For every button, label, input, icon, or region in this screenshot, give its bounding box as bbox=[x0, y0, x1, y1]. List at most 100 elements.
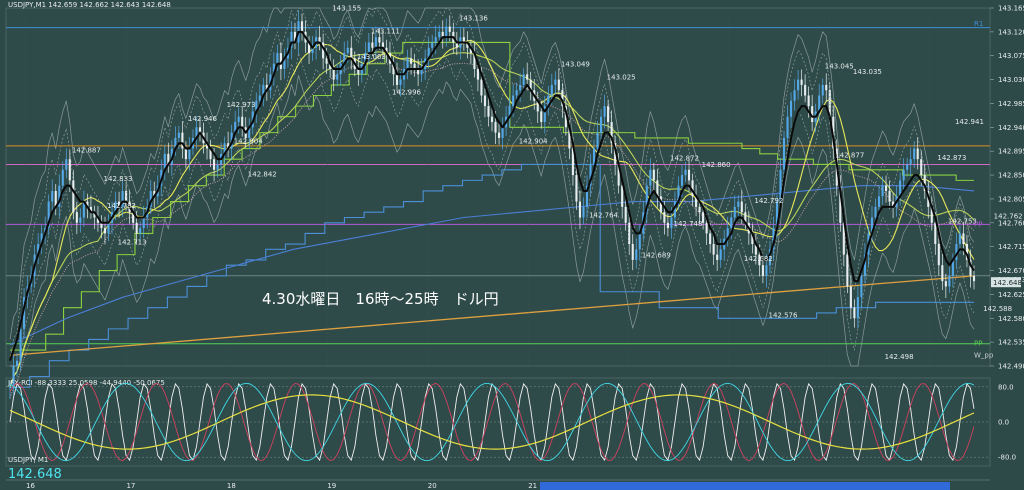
y-tick-label: 143.030 bbox=[998, 76, 1024, 84]
candle-body bbox=[958, 233, 961, 245]
candle-body bbox=[582, 206, 585, 218]
candle-body bbox=[487, 106, 490, 117]
candle-body bbox=[916, 148, 919, 160]
candle-body bbox=[550, 84, 553, 96]
chart-annotation-text: 4.30水曜日 16時～25時 ドル円 bbox=[262, 290, 499, 308]
candle-body bbox=[72, 180, 75, 213]
candle-body bbox=[501, 127, 504, 138]
candle-body bbox=[782, 137, 786, 170]
candle-body bbox=[258, 95, 261, 101]
x-tick-label: 16 bbox=[26, 482, 35, 490]
candle-body bbox=[737, 201, 740, 207]
price-label: 142.792 bbox=[754, 197, 783, 205]
candle-body bbox=[920, 159, 923, 176]
candle-body bbox=[107, 222, 110, 234]
candle-body bbox=[765, 265, 768, 276]
price-label: 142.764 bbox=[589, 212, 618, 220]
candle-body bbox=[670, 217, 673, 229]
candle-body bbox=[874, 206, 877, 218]
candle-body bbox=[139, 228, 142, 234]
candle-body bbox=[378, 37, 381, 43]
candle-body bbox=[709, 233, 712, 245]
candle-body bbox=[497, 132, 501, 138]
candle-body bbox=[79, 217, 82, 223]
candle-body bbox=[554, 79, 557, 85]
candle-body bbox=[332, 68, 335, 80]
candle-body bbox=[624, 206, 627, 223]
oscillator-tick-label: -80.0 bbox=[998, 454, 1016, 462]
candle-body bbox=[962, 233, 965, 245]
x-tick-label: 21 bbox=[528, 482, 537, 490]
candle-body bbox=[913, 148, 916, 160]
candle-body bbox=[906, 164, 909, 170]
candle-body bbox=[125, 190, 128, 202]
candle-body bbox=[652, 169, 655, 181]
candle-body bbox=[797, 79, 800, 91]
candle-body bbox=[61, 169, 64, 186]
y-tick-label: 142.940 bbox=[998, 124, 1024, 132]
price-label: 142.946 bbox=[188, 115, 217, 123]
price-label: 142.996 bbox=[392, 89, 421, 97]
chart-window: USDJPY,M1 142.659 142.662 142.643 142.64… bbox=[0, 0, 1024, 490]
candle-body bbox=[621, 185, 624, 207]
candle-body bbox=[909, 159, 912, 165]
candle-body bbox=[596, 132, 599, 149]
candle-body bbox=[8, 387, 12, 389]
candle-body bbox=[241, 116, 244, 128]
candle-body bbox=[934, 222, 937, 245]
candle-body bbox=[825, 84, 828, 91]
price-label: 143.155 bbox=[332, 4, 361, 12]
price-label: 142.904 bbox=[519, 137, 548, 145]
price-label: 142.498 bbox=[885, 353, 914, 361]
candle-body bbox=[135, 222, 138, 234]
candle-body bbox=[948, 275, 951, 287]
price-label: 142.689 bbox=[642, 251, 671, 259]
candle-body bbox=[367, 42, 370, 54]
y-tick-label: 142.490 bbox=[998, 363, 1024, 371]
y-tick-label: 142.805 bbox=[998, 195, 1024, 203]
candle-body bbox=[434, 37, 437, 43]
price-label: 142.762 bbox=[994, 213, 1023, 221]
price-label: 143.063 bbox=[357, 53, 386, 61]
oscillator-header: JFX-RCI -88.3333 25.0598 -44.9440 -50.06… bbox=[7, 379, 165, 387]
candle-body bbox=[804, 84, 807, 96]
candle-body bbox=[888, 190, 891, 202]
candle-body bbox=[142, 217, 145, 229]
candle-body bbox=[448, 26, 451, 32]
candle-body bbox=[800, 79, 803, 85]
candle-body bbox=[761, 265, 764, 276]
candle-body bbox=[881, 185, 884, 197]
candle-body bbox=[188, 148, 191, 160]
candle-body bbox=[789, 100, 793, 117]
candle-body bbox=[445, 26, 448, 38]
price-label: 142.713 bbox=[118, 239, 147, 247]
price-label: 142.941 bbox=[955, 118, 984, 126]
candle-body bbox=[371, 42, 374, 48]
candle-body bbox=[578, 201, 582, 218]
candle-body bbox=[856, 297, 859, 319]
y-tick-label: 142.895 bbox=[998, 148, 1024, 156]
candle-body bbox=[410, 58, 413, 64]
candle-body bbox=[406, 58, 409, 69]
candle-body bbox=[519, 84, 522, 91]
candle-body bbox=[684, 169, 687, 176]
candle-body bbox=[336, 74, 339, 80]
candle-body bbox=[68, 159, 71, 181]
candle-body bbox=[733, 206, 736, 218]
candle-body bbox=[480, 79, 483, 96]
price-label: 143.025 bbox=[607, 73, 636, 81]
price-label: 142.877 bbox=[835, 152, 864, 160]
candle-body bbox=[663, 212, 666, 223]
candle-body bbox=[438, 31, 441, 38]
candle-body bbox=[75, 212, 78, 223]
candle-body bbox=[649, 169, 652, 186]
price-label: 143.136 bbox=[459, 14, 488, 22]
oscillator-tick-label: 0.0 bbox=[998, 419, 1009, 427]
candle-body bbox=[730, 217, 733, 229]
price-label: 142.973 bbox=[227, 101, 256, 109]
candle-body bbox=[860, 275, 863, 298]
price-label: 142.833 bbox=[104, 175, 133, 183]
candle-body bbox=[494, 122, 497, 133]
price-label: 142.782 bbox=[107, 202, 136, 210]
candle-body bbox=[483, 95, 487, 107]
